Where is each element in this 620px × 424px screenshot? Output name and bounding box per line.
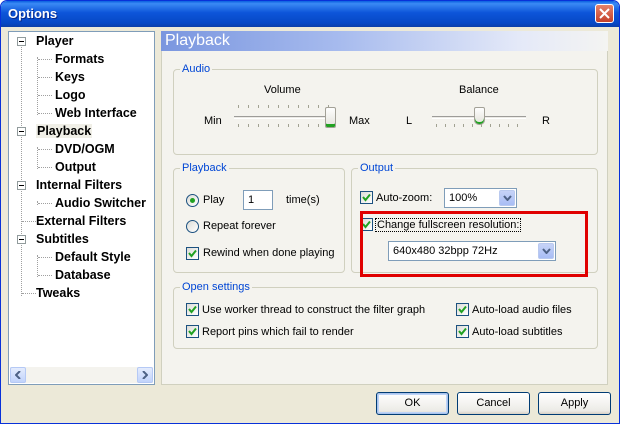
checkmark-icon xyxy=(362,193,371,202)
tree-item-database[interactable]: Database xyxy=(55,267,111,284)
tree-item-default-style[interactable]: Default Style xyxy=(55,249,131,266)
autoload-subtitles-checkbox[interactable] xyxy=(456,325,469,338)
volume-min-label: Min xyxy=(204,115,222,127)
autozoom-dropdown-button[interactable] xyxy=(499,190,515,206)
options-dialog: Options Player Formats Keys Logo Web Int… xyxy=(0,0,620,424)
play-label: Play xyxy=(203,194,225,206)
volume-label: Volume xyxy=(264,84,301,96)
play-radio[interactable] xyxy=(186,194,199,207)
playback-group-title: Playback xyxy=(180,162,229,174)
collapse-subtitles-icon[interactable] xyxy=(17,235,26,244)
tree-item-tweaks[interactable]: Tweaks xyxy=(36,285,80,302)
checkmark-icon xyxy=(188,327,197,336)
tree-item-internal-filters[interactable]: Internal Filters xyxy=(36,177,122,194)
autozoom-checkbox[interactable] xyxy=(360,191,373,204)
scroll-right-button[interactable] xyxy=(137,367,153,383)
autoload-subtitles-label: Auto-load subtitles xyxy=(472,326,563,338)
collapse-player-icon[interactable] xyxy=(17,37,26,46)
autozoom-label: Auto-zoom: xyxy=(376,192,433,204)
tree-item-logo[interactable]: Logo xyxy=(55,87,86,104)
volume-slider-thumb[interactable] xyxy=(325,107,336,128)
worker-thread-label: Use worker thread to construct the filte… xyxy=(202,304,426,316)
chevron-down-icon xyxy=(503,195,512,201)
settings-tree[interactable]: Player Formats Keys Logo Web Interface P… xyxy=(8,31,155,385)
tree-item-subtitles[interactable]: Subtitles xyxy=(36,231,89,248)
playback-panel: Audio Volume Min Max Balance L R Playbac… xyxy=(161,51,608,385)
report-pins-checkbox[interactable] xyxy=(186,325,199,338)
checkmark-icon xyxy=(458,327,467,336)
play-count-input[interactable]: 1 xyxy=(243,190,273,210)
audio-group: Audio Volume Min Max Balance L R xyxy=(173,63,598,155)
chevron-right-icon xyxy=(142,371,148,379)
page-header: Playback xyxy=(161,31,608,51)
title-bar[interactable]: Options xyxy=(1,1,619,27)
tree-item-web-interface[interactable]: Web Interface xyxy=(55,105,137,122)
collapse-playback-icon[interactable] xyxy=(17,127,26,136)
volume-slider[interactable] xyxy=(234,100,338,140)
checkmark-icon xyxy=(458,305,467,314)
worker-thread-checkbox[interactable] xyxy=(186,303,199,316)
checkmark-icon xyxy=(188,249,197,258)
scroll-left-button[interactable] xyxy=(10,367,26,383)
balance-right-label: R xyxy=(542,115,550,127)
rewind-checkbox[interactable] xyxy=(186,247,199,260)
tree-item-player[interactable]: Player xyxy=(36,33,74,50)
highlight-annotation xyxy=(360,211,588,277)
chevron-left-icon xyxy=(15,371,21,379)
output-group-title: Output xyxy=(358,162,396,174)
apply-button[interactable]: Apply xyxy=(538,392,611,415)
close-button[interactable] xyxy=(595,4,614,23)
open-settings-group-title: Open settings xyxy=(180,281,252,293)
page-title: Playback xyxy=(165,32,230,49)
tree-item-dvd-ogm[interactable]: DVD/OGM xyxy=(55,141,115,158)
tree-horizontal-scrollbar[interactable] xyxy=(10,367,153,383)
tree-item-external-filters[interactable]: External Filters xyxy=(36,213,126,230)
autoload-audio-label: Auto-load audio files xyxy=(472,304,572,316)
repeat-forever-label: Repeat forever xyxy=(203,220,276,232)
tree-item-keys[interactable]: Keys xyxy=(55,69,85,86)
window-title: Options xyxy=(8,6,58,21)
times-label: time(s) xyxy=(286,194,320,206)
autozoom-select[interactable]: 100% xyxy=(444,188,517,208)
close-icon xyxy=(599,8,610,19)
collapse-internal-filters-icon[interactable] xyxy=(17,181,26,190)
autozoom-value: 100% xyxy=(449,192,478,204)
tree-item-audio-switcher[interactable]: Audio Switcher xyxy=(55,195,146,212)
ok-button[interactable]: OK xyxy=(376,392,449,415)
report-pins-label: Report pins which fail to render xyxy=(202,326,354,338)
audio-group-title: Audio xyxy=(180,63,213,75)
open-settings-group: Open settings Use worker thread to const… xyxy=(173,281,598,349)
cancel-button[interactable]: Cancel xyxy=(457,392,530,415)
tree-item-output[interactable]: Output xyxy=(55,159,96,176)
balance-label: Balance xyxy=(459,84,499,96)
repeat-forever-radio[interactable] xyxy=(186,220,199,233)
volume-max-label: Max xyxy=(349,115,370,127)
playback-group: Playback Play 1 time(s) Repeat forever R… xyxy=(173,162,345,273)
autoload-audio-checkbox[interactable] xyxy=(456,303,469,316)
balance-slider-thumb[interactable] xyxy=(473,107,485,125)
tree-item-formats[interactable]: Formats xyxy=(55,51,104,68)
tree-item-playback[interactable]: Playback xyxy=(36,123,93,140)
rewind-label: Rewind when done playing xyxy=(203,247,335,259)
balance-left-label: L xyxy=(406,115,413,127)
checkmark-icon xyxy=(188,305,197,314)
balance-slider[interactable] xyxy=(432,100,528,140)
